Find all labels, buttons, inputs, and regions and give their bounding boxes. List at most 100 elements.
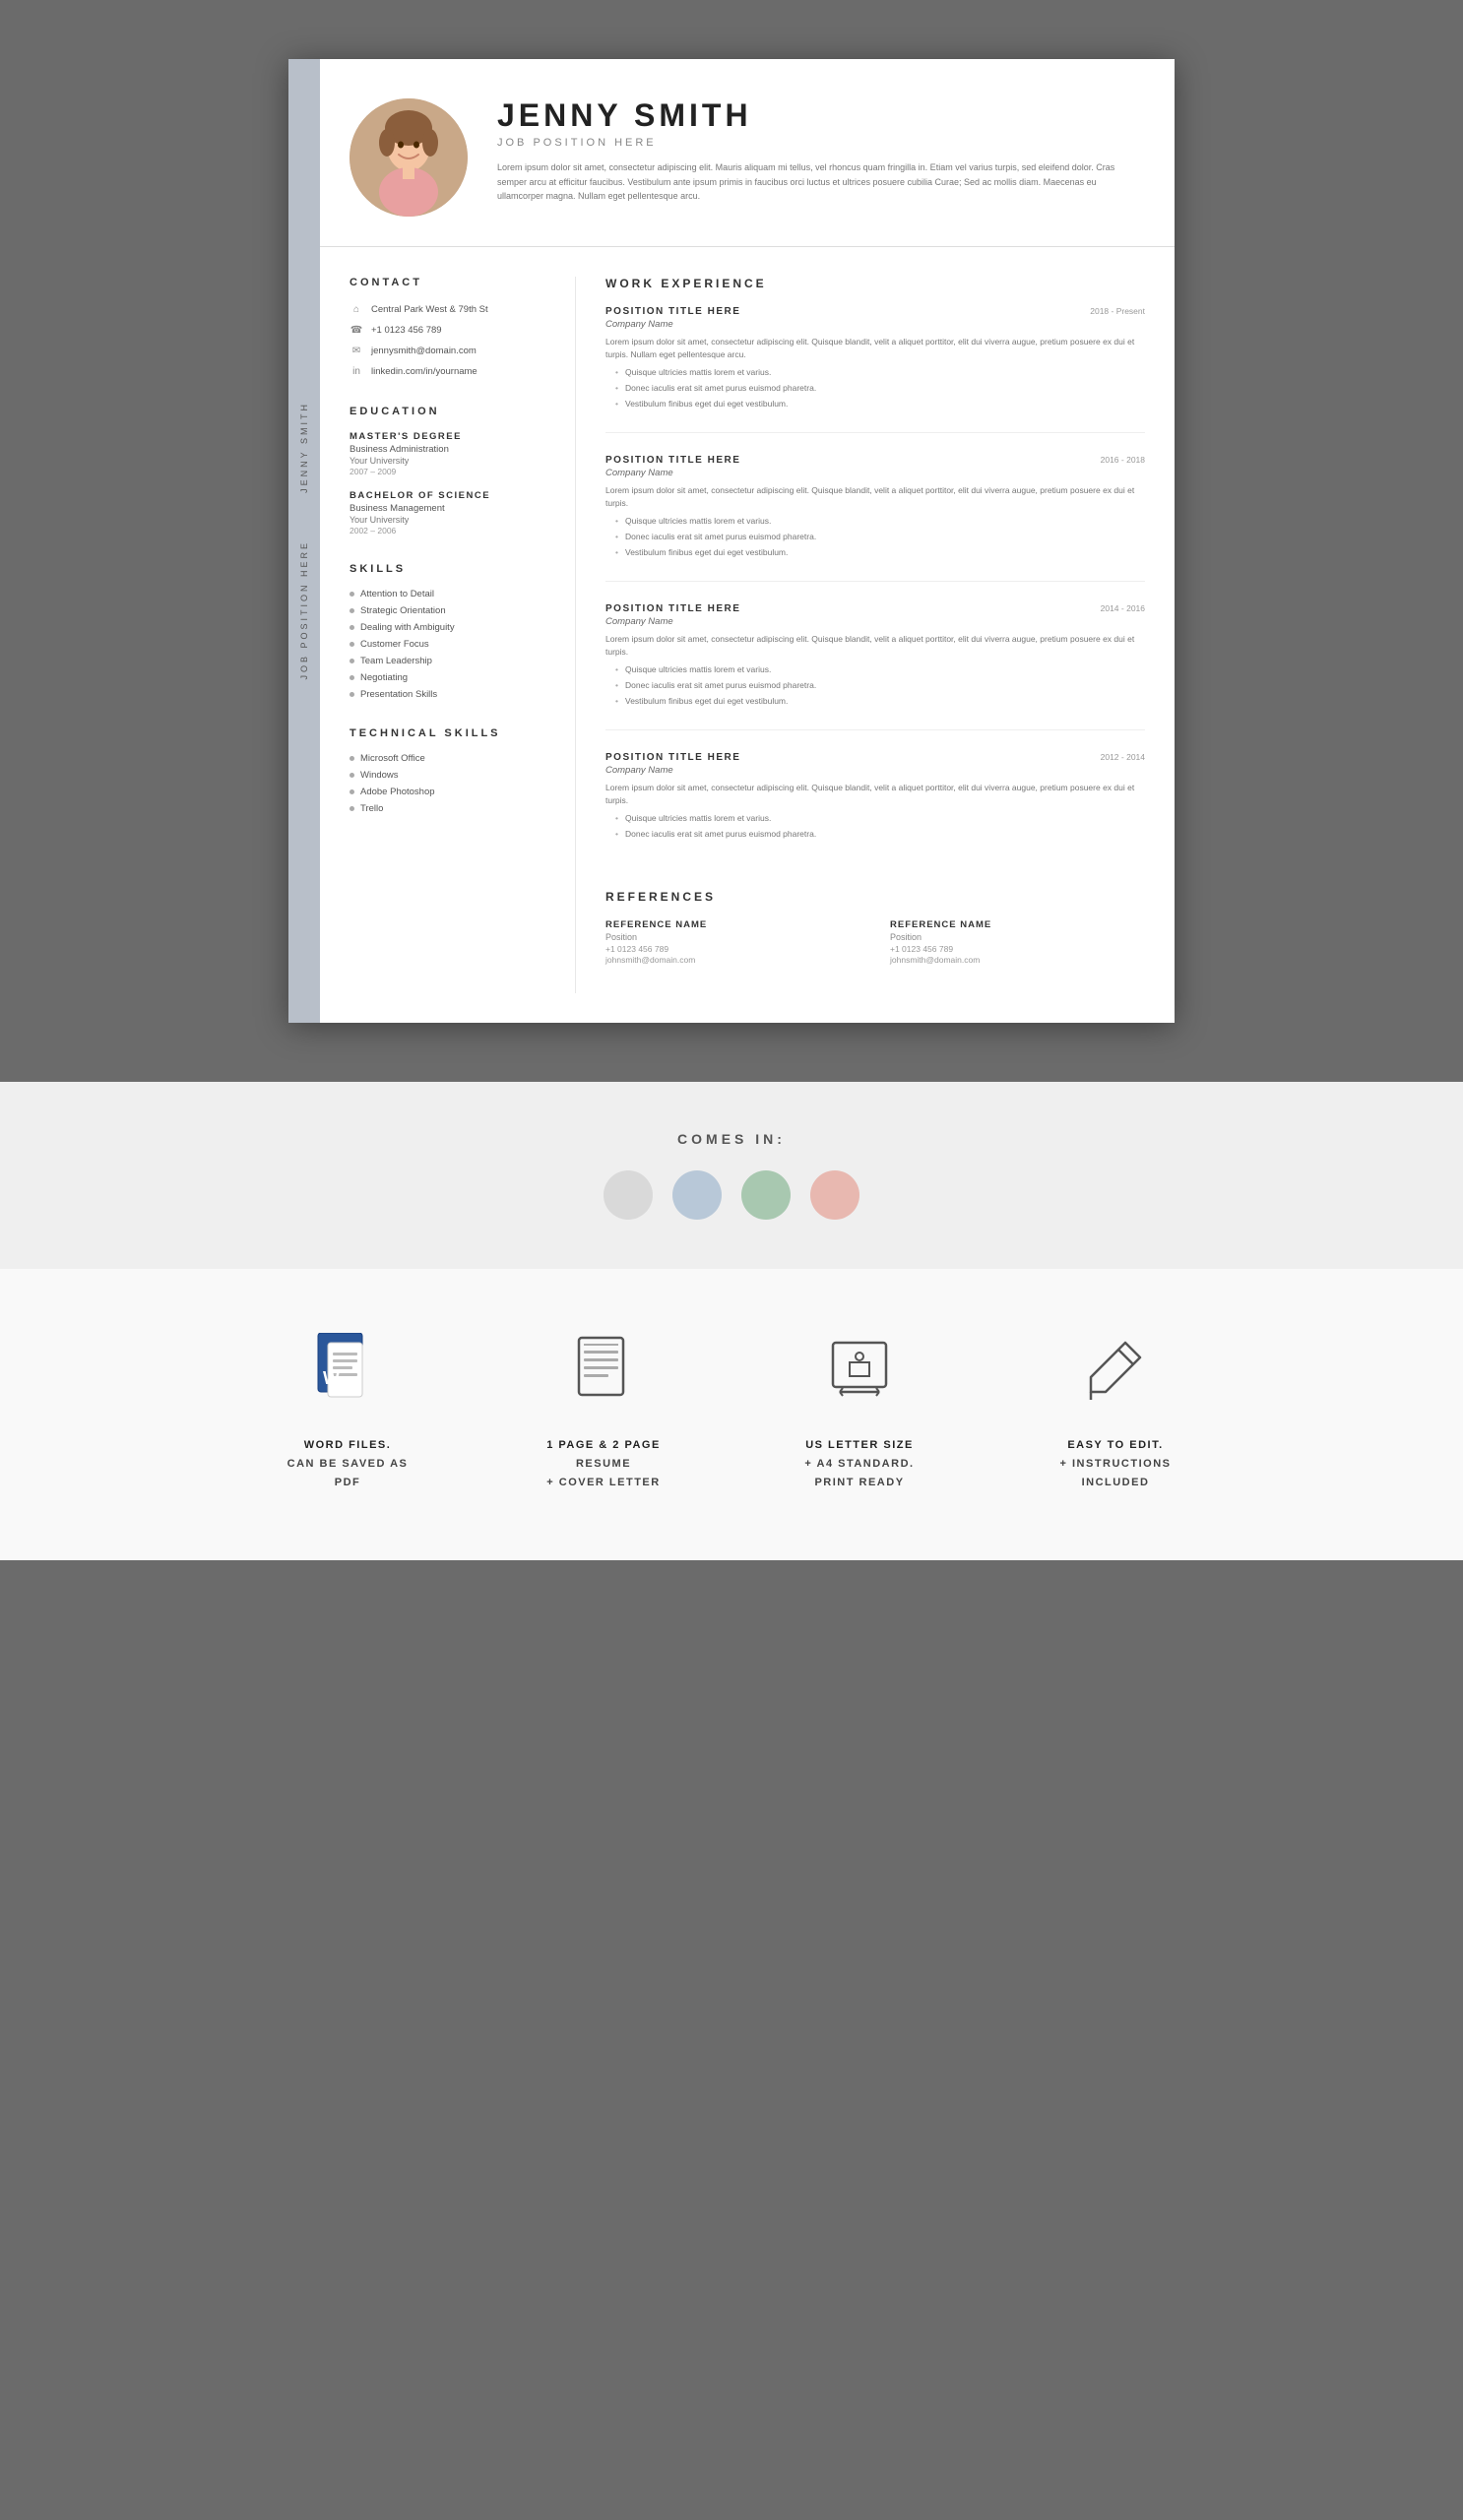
skill-bullet: [350, 675, 354, 680]
contact-section-title: CONTACT: [350, 277, 545, 288]
skill-item: Customer Focus: [350, 639, 545, 650]
technical-skills-list: Microsoft OfficeWindowsAdobe PhotoshopTr…: [350, 753, 545, 814]
skill-item: Negotiating: [350, 672, 545, 683]
job-block: POSITION TITLE HERE 2018 - Present Compa…: [605, 306, 1145, 433]
feature-edit: EASY TO EDIT.+ INSTRUCTIONSINCLUDED: [1017, 1328, 1214, 1491]
contact-phone: ☎ +1 0123 456 789: [350, 323, 545, 337]
job-title: POSITION TITLE HERE: [605, 603, 740, 614]
ref-name: REFERENCE NAME: [605, 919, 860, 930]
edu-field: Business Administration: [350, 444, 545, 455]
header-title: JOB POSITION HERE: [497, 137, 1135, 149]
job-bullet: Donec iaculis erat sit amet purus euismo…: [615, 829, 1145, 841]
edu-years: 2002 – 2006: [350, 526, 545, 536]
job-bullet: Donec iaculis erat sit amet purus euismo…: [615, 680, 1145, 692]
header-description: Lorem ipsum dolor sit amet, consectetur …: [497, 160, 1135, 203]
feature-text-edit: EASY TO EDIT.+ INSTRUCTIONSINCLUDED: [1060, 1436, 1172, 1491]
skill-label: Attention to Detail: [360, 589, 434, 599]
job-block: POSITION TITLE HERE 2012 - 2014 Company …: [605, 752, 1145, 862]
job-company: Company Name: [605, 765, 1145, 776]
feature-size: US LETTER SIZE+ A4 STANDARD.PRINT READY: [761, 1328, 958, 1491]
job-title: POSITION TITLE HERE: [605, 306, 740, 317]
technical-skills-section: TECHNICAL SKILLS Microsoft OfficeWindows…: [350, 727, 545, 814]
color-swatch: [604, 1170, 653, 1220]
svg-text:W: W: [323, 1368, 340, 1388]
job-bullet: Vestibulum finibus eget dui eget vestibu…: [615, 547, 1145, 559]
feature-text-size: US LETTER SIZE+ A4 STANDARD.PRINT READY: [804, 1436, 914, 1491]
references-grid: REFERENCE NAME Position +1 0123 456 789 …: [605, 919, 1145, 966]
job-date: 2018 - Present: [1090, 306, 1145, 316]
job-company: Company Name: [605, 468, 1145, 478]
skill-bullet: [350, 625, 354, 630]
tech-skill-label: Trello: [360, 803, 383, 814]
edu-degree: MASTER'S DEGREE: [350, 431, 545, 442]
jobs-list: POSITION TITLE HERE 2018 - Present Compa…: [605, 306, 1145, 862]
reference-block: REFERENCE NAME Position +1 0123 456 789 …: [605, 919, 860, 966]
skill-item: Presentation Skills: [350, 689, 545, 700]
page-wrapper: JENNY SMITH JOB POSITION HERE: [0, 0, 1463, 1560]
job-title: POSITION TITLE HERE: [605, 752, 740, 763]
job-bullets: Quisque ultricies mattis lorem et varius…: [605, 813, 1145, 841]
color-swatch: [672, 1170, 722, 1220]
right-column: WORK EXPERIENCE POSITION TITLE HERE 2018…: [576, 277, 1175, 993]
header-name: JENNY SMITH: [497, 98, 1135, 133]
skill-label: Dealing with Ambiguity: [360, 622, 455, 633]
comes-in-section: COMES IN:: [0, 1082, 1463, 1269]
job-bullet: Quisque ultricies mattis lorem et varius…: [615, 367, 1145, 379]
skill-item: Attention to Detail: [350, 589, 545, 599]
education-list: MASTER'S DEGREE Business Administration …: [350, 431, 545, 536]
ref-phone: +1 0123 456 789: [605, 944, 860, 954]
feature-icon-pages: [559, 1328, 648, 1417]
skills-section-title: SKILLS: [350, 563, 545, 575]
ref-position: Position: [605, 932, 860, 942]
contact-linkedin-text: linkedin.com/in/yourname: [371, 366, 477, 377]
tech-skill-item: Microsoft Office: [350, 753, 545, 764]
job-description: Lorem ipsum dolor sit amet, consectetur …: [605, 336, 1145, 361]
edu-field: Business Management: [350, 503, 545, 514]
feature-icon-word: W: [303, 1328, 392, 1417]
tech-skill-bullet: [350, 756, 354, 761]
contact-section: CONTACT ⌂ Central Park West & 79th St ☎ …: [350, 277, 545, 378]
skill-bullet: [350, 642, 354, 647]
technical-skills-title: TECHNICAL SKILLS: [350, 727, 545, 739]
contact-address-text: Central Park West & 79th St: [371, 304, 488, 315]
job-company: Company Name: [605, 616, 1145, 627]
edu-degree: BACHELOR OF SCIENCE: [350, 490, 545, 501]
tech-skill-bullet: [350, 806, 354, 811]
skill-item: Strategic Orientation: [350, 605, 545, 616]
skill-bullet: [350, 692, 354, 697]
job-date: 2014 - 2016: [1101, 603, 1145, 613]
feature-icon-size: [815, 1328, 904, 1417]
job-date: 2012 - 2014: [1101, 752, 1145, 762]
sidebar-label: JENNY SMITH JOB POSITION HERE: [288, 59, 320, 1023]
job-bullet: Vestibulum finibus eget dui eget vestibu…: [615, 399, 1145, 410]
references-title: REFERENCES: [605, 890, 1145, 904]
job-description: Lorem ipsum dolor sit amet, consectetur …: [605, 484, 1145, 510]
ref-phone: +1 0123 456 789: [890, 944, 1145, 954]
job-bullet: Donec iaculis erat sit amet purus euismo…: [615, 532, 1145, 543]
job-bullets: Quisque ultricies mattis lorem et varius…: [605, 516, 1145, 559]
feature-pages: 1 PAGE & 2 PAGERESUME+ COVER LETTER: [505, 1328, 702, 1491]
feature-text-pages: 1 PAGE & 2 PAGERESUME+ COVER LETTER: [546, 1436, 661, 1491]
job-bullet: Quisque ultricies mattis lorem et varius…: [615, 516, 1145, 528]
profile-photo: [350, 98, 468, 217]
skills-list: Attention to Detail Strategic Orientation…: [350, 589, 545, 700]
job-header: POSITION TITLE HERE 2016 - 2018: [605, 455, 1145, 466]
job-date: 2016 - 2018: [1101, 455, 1145, 465]
skill-bullet: [350, 592, 354, 597]
job-block: POSITION TITLE HERE 2016 - 2018 Company …: [605, 455, 1145, 582]
skill-item: Dealing with Ambiguity: [350, 622, 545, 633]
contact-email: ✉ jennysmith@domain.com: [350, 344, 545, 357]
features-section: W WORD FILES.CAN BE SAVED ASPDF 1 PAGE &…: [0, 1269, 1463, 1560]
comes-in-label: COMES IN:: [677, 1131, 786, 1147]
sidebar-name-label: JENNY SMITH: [299, 402, 309, 493]
header-info: JENNY SMITH JOB POSITION HERE Lorem ipsu…: [497, 98, 1135, 203]
contact-email-text: jennysmith@domain.com: [371, 346, 477, 356]
job-title: POSITION TITLE HERE: [605, 455, 740, 466]
phone-icon: ☎: [350, 323, 363, 337]
tech-skill-bullet: [350, 789, 354, 794]
color-swatch: [741, 1170, 791, 1220]
edu-years: 2007 – 2009: [350, 467, 545, 476]
resume-header: JENNY SMITH JOB POSITION HERE Lorem ipsu…: [320, 59, 1175, 247]
edu-university: Your University: [350, 456, 545, 466]
references-section: REFERENCES REFERENCE NAME Position +1 01…: [605, 890, 1145, 966]
